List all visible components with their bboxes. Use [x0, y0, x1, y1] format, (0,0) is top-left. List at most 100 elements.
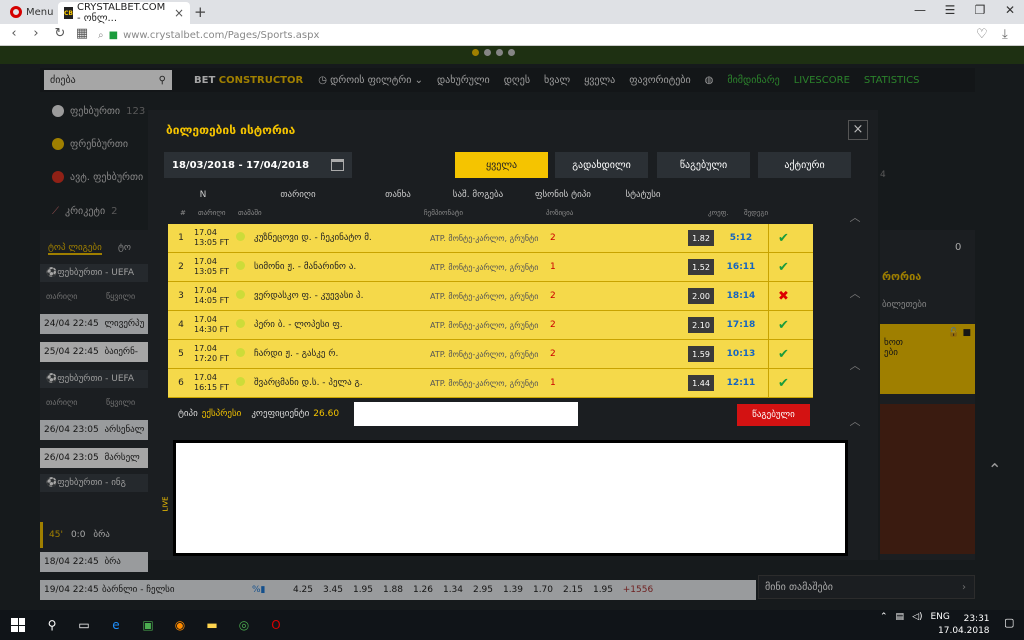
- row-score: 5:12: [729, 233, 753, 243]
- check-icon: ✔: [778, 259, 789, 275]
- row-score: 18:14: [726, 291, 756, 301]
- chevron-up-icon[interactable]: ︿: [845, 285, 865, 301]
- firefox-icon[interactable]: ◉: [169, 614, 191, 636]
- live-label: LIVE: [161, 496, 170, 512]
- row-tournament: ATP. მონტე-კარლო, გრუნტი: [430, 262, 539, 272]
- row-datetime: 17.04 13:05 FT: [194, 257, 236, 277]
- clock-date: 17.04.2018: [938, 626, 990, 636]
- table-row[interactable]: 5 17.04 17:20 FT ჩარდი ჟ. - გასკე რ. ATP. მო…: [168, 340, 813, 369]
- download-icon[interactable]: ⤓: [1002, 27, 1008, 42]
- row-number: 3: [178, 291, 184, 301]
- row-score: 12:11: [726, 378, 756, 388]
- filter-paid-button[interactable]: გადახდილი: [555, 152, 648, 178]
- url-path: /Pages/Sports.aspx: [224, 29, 320, 41]
- heart-icon[interactable]: ♡: [976, 27, 988, 42]
- store-icon[interactable]: ▣: [137, 614, 159, 636]
- table-row[interactable]: 2 17.04 13:05 FT სიმონი ჟ. - მანარინო ა. ATP…: [168, 253, 813, 282]
- col-amount: თანხა: [385, 190, 411, 200]
- row-time: 13:05 FT: [194, 267, 229, 276]
- date-range-value: 18/03/2018 - 17/04/2018: [172, 159, 310, 171]
- row-tournament: ATP. მონტე-კარლო, გრუნტი: [430, 291, 539, 301]
- back-icon[interactable]: ‹: [4, 26, 24, 41]
- chevron-up-icon[interactable]: ︿: [845, 413, 865, 429]
- close-window-button[interactable]: ✕: [995, 3, 1024, 21]
- snap-window-button[interactable]: ☰: [935, 3, 965, 21]
- row-date: 17.04: [194, 373, 217, 382]
- check-icon: ✔: [778, 346, 789, 362]
- calendar-icon: [331, 159, 344, 171]
- opera-icon[interactable]: O: [265, 614, 287, 636]
- minimize-window-button[interactable]: —: [905, 3, 935, 21]
- restore-window-button[interactable]: ❐: [965, 3, 995, 21]
- edge-icon[interactable]: e: [105, 614, 127, 636]
- row-date: 17.04: [194, 344, 217, 353]
- table-row[interactable]: 1 17.04 13:05 FT კუზნეცოვი დ. - ჩეკინატო მ.…: [168, 224, 813, 253]
- url-field[interactable]: ⌕ ■ www.crystalbet.com/Pages/Sports.aspx: [98, 27, 998, 43]
- row-odd: 1.59: [688, 346, 714, 362]
- col-status: სტატუსი: [625, 190, 661, 200]
- start-button[interactable]: [0, 610, 36, 640]
- close-icon[interactable]: ×: [848, 120, 868, 140]
- tab-title: CRYSTALBET.COM - ონლ...: [76, 2, 166, 24]
- table-row[interactable]: 4 17.04 14:30 FT პერი ბ. - ლოპესი ფ. ATP. მო…: [168, 311, 813, 340]
- summary-odd-value: 26.60: [313, 409, 340, 419]
- ticket-detail-redacted-box: [173, 440, 848, 556]
- row-status: ✔: [768, 253, 798, 281]
- opera-menu-button[interactable]: Menu: [4, 3, 59, 21]
- search-icon[interactable]: ⚲: [41, 614, 63, 636]
- row-odd: 2.00: [688, 288, 714, 304]
- volume-icon[interactable]: ◁): [912, 612, 922, 622]
- sub-col-position: პოზიცია: [546, 209, 574, 217]
- row-pick: 2: [550, 320, 556, 330]
- status-lost-button[interactable]: წაგებული: [737, 404, 810, 426]
- clock[interactable]: 23:31 17.04.2018: [938, 613, 990, 637]
- tennis-ball-icon: [236, 261, 254, 273]
- col-date: თარიღი: [280, 190, 316, 200]
- date-range-picker[interactable]: 18/03/2018 - 17/04/2018: [164, 152, 352, 178]
- filter-all-button[interactable]: ყველა: [455, 152, 548, 178]
- row-status: ✔: [768, 340, 798, 368]
- opera-icon: [10, 6, 22, 18]
- site-info-icon[interactable]: ⌕: [98, 30, 104, 41]
- filter-active-button[interactable]: აქტიური: [758, 152, 851, 178]
- tennis-ball-icon: [236, 319, 254, 331]
- task-view-icon[interactable]: ▭: [73, 614, 95, 636]
- forward-icon[interactable]: ›: [26, 26, 46, 41]
- notification-icon[interactable]: ▢: [1004, 616, 1014, 629]
- reload-icon[interactable]: ↻: [50, 26, 70, 41]
- row-time: 17:20 FT: [194, 354, 229, 363]
- folder-icon[interactable]: ▬: [201, 614, 223, 636]
- bet-history-table: 1 17.04 13:05 FT კუზნეცოვი დ. - ჩეკინატო მ.…: [168, 224, 813, 398]
- row-tournament: ATP. მონტე-კარლო, გრუნტი: [430, 233, 539, 243]
- row-teams: ჩარდი ჟ. - გასკე რ.: [254, 349, 339, 359]
- windows-taskbar: ⚲ ▭ e ▣ ◉ ▬ ◎ O: [0, 610, 1024, 640]
- network-icon[interactable]: ▤: [896, 612, 905, 622]
- modal-scrollbar[interactable]: ︿ ︿ ︿ ︿: [845, 205, 865, 555]
- filter-lost-button[interactable]: წაგებული: [657, 152, 750, 178]
- url-text: www.crystalbet.com/Pages/Sports.aspx: [123, 30, 319, 41]
- row-status: ✔: [768, 311, 798, 339]
- speed-dial-icon[interactable]: ▦: [72, 26, 92, 41]
- row-teams: კუზნეცოვი დ. - ჩეკინატო მ.: [254, 233, 372, 243]
- cross-icon: ✖: [778, 288, 789, 304]
- row-tournament: ATP. მონტე-კარლო, გრუნტი: [430, 378, 539, 388]
- chevron-up-icon[interactable]: ︿: [845, 209, 865, 225]
- row-datetime: 17.04 14:05 FT: [194, 286, 236, 306]
- chrome-icon[interactable]: ◎: [233, 614, 255, 636]
- row-tournament: ATP. მონტე-კარლო, გრუნტი: [430, 349, 539, 359]
- chevron-up-icon[interactable]: ︿: [845, 357, 865, 373]
- table-row[interactable]: 3 17.04 14:05 FT ვერდასკო ფ. - კუევასი პ. AT…: [168, 282, 813, 311]
- row-score: 17:18: [726, 320, 756, 330]
- check-icon: ✔: [778, 375, 789, 391]
- new-tab-button[interactable]: +: [194, 3, 207, 21]
- table-row[interactable]: 6 17.04 16:15 FT შვარცმანი დ.ს. - პელა გ. AT…: [168, 369, 813, 398]
- close-tab-icon[interactable]: ×: [174, 6, 184, 20]
- summary-type-label: ტიპი: [178, 409, 198, 419]
- row-datetime: 17.04 14:30 FT: [194, 315, 236, 335]
- chevron-up-icon[interactable]: ⌃: [880, 612, 888, 622]
- row-time: 14:05 FT: [194, 296, 229, 305]
- check-icon: ✔: [778, 230, 789, 246]
- summary-type-value: ექსპრესი: [201, 409, 242, 419]
- browser-tab[interactable]: CB CRYSTALBET.COM - ონლ... ×: [58, 2, 190, 24]
- tennis-ball-icon: [236, 348, 254, 360]
